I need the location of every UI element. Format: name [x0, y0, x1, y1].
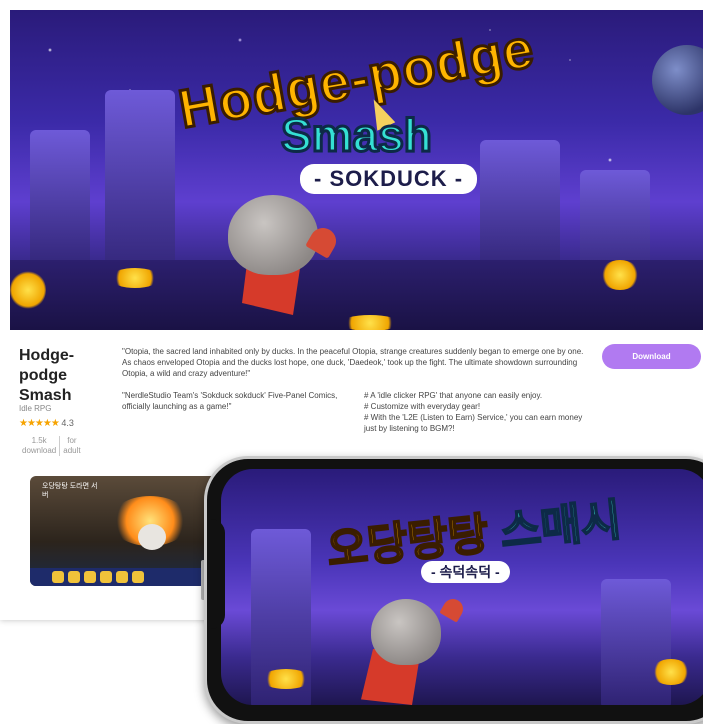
skill-icon: [52, 571, 64, 583]
gameplay-screenshot[interactable]: 오당탕탕 도라면 서버: [30, 476, 220, 586]
glow-crystal: [261, 669, 311, 689]
skill-icon: [84, 571, 96, 583]
skill-icon: [68, 571, 80, 583]
game-genre: Idle RPG: [19, 404, 52, 413]
glow-crystal: [600, 260, 640, 290]
feature-list: # A 'idle clicker RPG' that anyone can e…: [364, 390, 594, 434]
duck-character: [138, 524, 166, 550]
skill-icon: [132, 571, 144, 583]
game-stats: 1.5k download for adult: [19, 436, 84, 456]
glow-crystal: [340, 315, 400, 330]
game-banner: Hodge-podge Smash - SOKDUCK -: [10, 10, 703, 330]
phone-screen: 오당탕탕 스매시 - 속덕속덕 -: [221, 469, 703, 705]
downloads-label: download: [22, 446, 57, 455]
feature-item: # A 'idle clicker RPG' that anyone can e…: [364, 391, 543, 400]
rating-value: 4.3: [61, 418, 74, 428]
rock-pillar: [601, 579, 671, 705]
skill-icon: [100, 571, 112, 583]
rating-stars-icon: ★★★★★: [19, 418, 60, 429]
download-button[interactable]: Download: [602, 344, 701, 369]
feature-item: # Customize with everyday gear!: [364, 402, 481, 411]
korean-subtitle: - 속덕속덕 -: [421, 561, 510, 583]
age-label: adult: [63, 446, 81, 455]
duck-character: [228, 195, 318, 275]
korean-title-part2: 스매시: [497, 495, 625, 558]
game-description: "Otopia, the sacred land inhabited only …: [122, 347, 584, 378]
glow-crystal: [110, 268, 160, 288]
duck-character: [371, 599, 441, 665]
downloads-stat: 1.5k download: [19, 436, 59, 456]
screenshot-label: 오당탕탕 도라면 서버: [42, 483, 98, 499]
banner-subtitle: - SOKDUCK -: [300, 164, 478, 194]
rating: ★★★★★ 4.3: [19, 418, 74, 429]
glow-crystal: [10, 270, 46, 310]
feature-item: # With the 'L2E (Listen to Earn) Service…: [364, 413, 583, 433]
game-title: Hodge-podge Smash: [19, 347, 75, 404]
banner-title-smash: Smash: [280, 108, 434, 163]
phone-notch: [207, 519, 225, 629]
phone-mockup: 오당탕탕 스매시 - 속덕속덕 -: [204, 456, 703, 724]
age-value: for: [67, 436, 77, 445]
glow-crystal: [651, 659, 691, 685]
downloads-value: 1.5k: [31, 436, 47, 445]
plunger-weapon: [439, 595, 467, 623]
skill-icon: [116, 571, 128, 583]
comics-note: "NerdleStudio Team's 'Sokduck sokduck' F…: [122, 391, 338, 411]
age-stat: for adult: [59, 436, 83, 456]
skill-bar: [30, 568, 220, 586]
